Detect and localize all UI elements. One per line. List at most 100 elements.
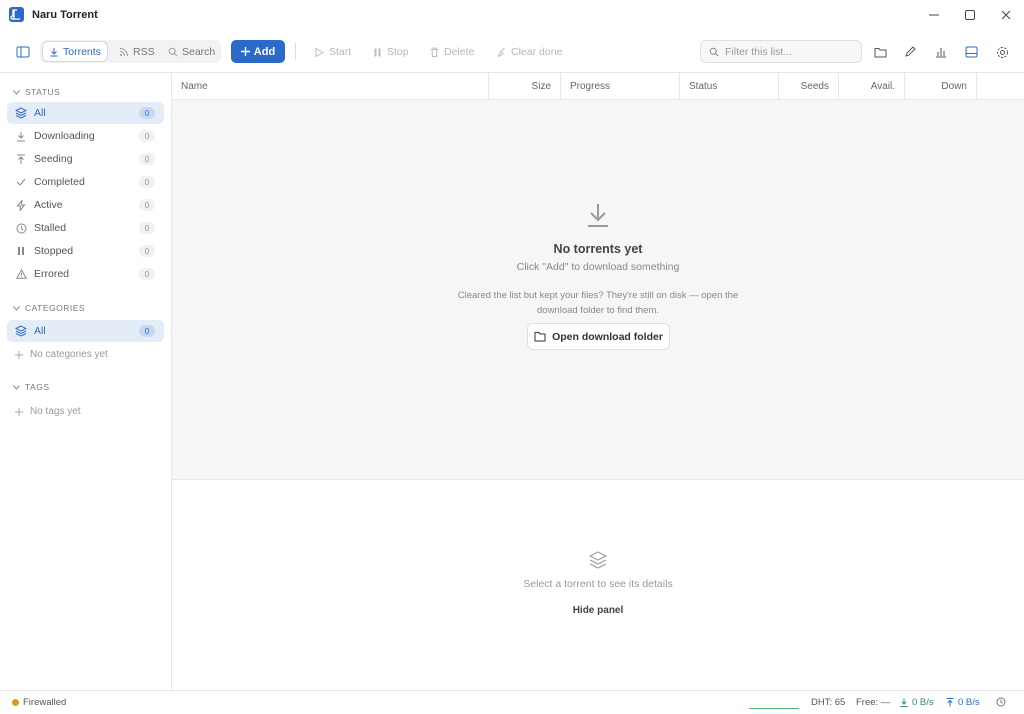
download-icon bbox=[900, 698, 908, 707]
download-icon bbox=[49, 47, 59, 57]
download-icon bbox=[15, 130, 27, 142]
status-section-header[interactable]: STATUS bbox=[13, 85, 60, 99]
gear-icon[interactable] bbox=[992, 42, 1012, 62]
play-icon bbox=[315, 47, 324, 57]
category-item-all[interactable]: All 0 bbox=[7, 320, 164, 342]
column-availability[interactable]: Avail. bbox=[839, 73, 905, 100]
toolbar: Torrents RSS Search Add Start Stop Delet… bbox=[0, 30, 1024, 73]
sidebar-item-stopped[interactable]: Stopped 0 bbox=[7, 240, 164, 262]
bar-chart-icon[interactable] bbox=[931, 42, 951, 62]
download-arrow-icon bbox=[172, 202, 1024, 228]
sidebar-item-completed[interactable]: Completed 0 bbox=[7, 171, 164, 193]
app-logo-icon bbox=[9, 7, 24, 22]
delete-button[interactable]: Delete bbox=[430, 44, 474, 60]
count-badge: 0 bbox=[139, 130, 155, 142]
tab-torrents[interactable]: Torrents bbox=[43, 42, 107, 61]
sidebar-item-errored[interactable]: Errored 0 bbox=[7, 263, 164, 285]
close-button[interactable] bbox=[988, 0, 1024, 30]
status-bar: Firewalled DHT: 65 Free: — 0 B/s 0 B/s bbox=[0, 690, 1024, 714]
sidebar: STATUS All 0 Downloading 0 Seeding 0 Com… bbox=[0, 73, 172, 690]
clock-icon[interactable] bbox=[996, 697, 1006, 707]
sidebar-item-label: Active bbox=[34, 199, 63, 211]
no-tags-text: No tags yet bbox=[30, 406, 81, 417]
add-tag-row[interactable]: No tags yet bbox=[15, 406, 81, 417]
torrent-list-empty: No torrents yet Click "Add" to download … bbox=[172, 100, 1024, 480]
sidebar-item-label: All bbox=[34, 107, 46, 119]
column-status[interactable]: Status bbox=[680, 73, 779, 100]
empty-note: Cleared the list but kept your files? Th… bbox=[457, 290, 739, 316]
no-categories-text: No categories yet bbox=[30, 349, 108, 360]
column-label: Down bbox=[941, 81, 967, 92]
sidebar-toggle-icon[interactable] bbox=[13, 42, 33, 62]
add-category-row[interactable]: No categories yet bbox=[15, 349, 108, 360]
count-badge: 0 bbox=[139, 199, 155, 211]
column-label: Size bbox=[531, 81, 551, 92]
torrent-table-header: Name Size Progress Status Seeds Avail. D… bbox=[172, 73, 1024, 100]
column-label: Avail. bbox=[870, 81, 895, 92]
column-progress[interactable]: Progress bbox=[561, 73, 680, 100]
hide-panel-button[interactable]: Hide panel bbox=[573, 605, 624, 616]
folder-icon[interactable] bbox=[870, 42, 890, 62]
column-name[interactable]: Name bbox=[172, 73, 489, 100]
pause-icon bbox=[373, 48, 382, 57]
sidebar-item-all[interactable]: All 0 bbox=[7, 102, 164, 124]
sidebar-item-label: Stalled bbox=[34, 222, 67, 234]
search-icon bbox=[168, 47, 178, 57]
sidebar-item-label: Seeding bbox=[34, 153, 73, 165]
column-size[interactable]: Size bbox=[489, 73, 561, 100]
status-header-label: STATUS bbox=[25, 87, 61, 97]
rss-icon bbox=[119, 47, 129, 57]
count-badge: 0 bbox=[139, 245, 155, 257]
connection-label: Firewalled bbox=[23, 697, 67, 708]
open-folder-label: Open download folder bbox=[552, 330, 663, 343]
stop-label: Stop bbox=[387, 46, 409, 58]
stop-button[interactable]: Stop bbox=[373, 44, 409, 60]
speed-graph bbox=[749, 708, 799, 709]
layers-icon bbox=[172, 550, 1024, 570]
tab-rss[interactable]: RSS bbox=[113, 42, 161, 61]
empty-subtitle: Click "Add" to download something bbox=[516, 261, 680, 273]
sidebar-item-label: Stopped bbox=[34, 245, 74, 257]
column-label: Name bbox=[181, 81, 208, 92]
download-speed-label: 0 B/s bbox=[912, 697, 934, 708]
tab-rss-label: RSS bbox=[133, 45, 155, 58]
categories-section-header[interactable]: CATEGORIES bbox=[13, 301, 85, 315]
detail-panel: Select a torrent to see its details Hide… bbox=[172, 480, 1024, 690]
tab-search[interactable]: Search bbox=[162, 42, 221, 61]
pencil-icon[interactable] bbox=[900, 42, 920, 62]
sidebar-item-seeding[interactable]: Seeding 0 bbox=[7, 148, 164, 170]
count-badge: 0 bbox=[139, 153, 155, 165]
count-badge: 0 bbox=[139, 107, 155, 119]
column-down[interactable]: Down bbox=[905, 73, 977, 100]
start-label: Start bbox=[329, 46, 352, 58]
clear-done-button[interactable]: Clear done bbox=[496, 44, 562, 60]
column-label: Seeds bbox=[800, 81, 829, 92]
free-space-status: Free: — bbox=[856, 697, 890, 708]
open-download-folder-button[interactable]: Open download folder bbox=[527, 323, 670, 350]
maximize-button[interactable] bbox=[952, 0, 988, 30]
start-button[interactable]: Start bbox=[315, 44, 351, 60]
sidebar-item-active[interactable]: Active 0 bbox=[7, 194, 164, 216]
connection-status[interactable]: Firewalled bbox=[12, 697, 66, 708]
clock-icon bbox=[15, 222, 27, 234]
category-item-label: All bbox=[34, 325, 46, 337]
panel-bottom-icon[interactable] bbox=[961, 42, 981, 62]
check-icon bbox=[15, 176, 27, 188]
sidebar-item-downloading[interactable]: Downloading 0 bbox=[7, 125, 164, 147]
minimize-button[interactable] bbox=[916, 0, 952, 30]
sidebar-item-stalled[interactable]: Stalled 0 bbox=[7, 217, 164, 239]
sidebar-item-label: Downloading bbox=[34, 130, 95, 142]
chevron-down-icon bbox=[13, 89, 20, 95]
add-button[interactable]: Add bbox=[231, 40, 285, 63]
column-seeds[interactable]: Seeds bbox=[779, 73, 839, 100]
tags-header-label: TAGS bbox=[25, 382, 50, 392]
layers-icon bbox=[15, 107, 27, 119]
free-space-label: Free: — bbox=[856, 697, 891, 708]
count-badge: 0 bbox=[139, 176, 155, 188]
search-icon bbox=[709, 47, 719, 57]
filter-input[interactable]: Filter this list... bbox=[700, 40, 862, 63]
warning-icon bbox=[15, 268, 27, 280]
categories-header-label: CATEGORIES bbox=[25, 303, 86, 313]
tags-section-header[interactable]: TAGS bbox=[13, 380, 50, 394]
download-speed: 0 B/s bbox=[900, 697, 934, 708]
